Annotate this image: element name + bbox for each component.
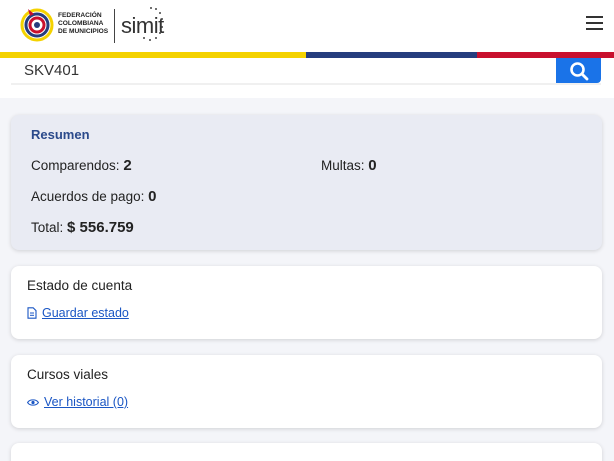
comparendos-row: Comparendos: 2 [31, 157, 132, 174]
summary-card: Resumen Comparendos: 2 Multas: 0 Acuerdo… [11, 115, 602, 250]
account-status-card: Estado de cuenta Guardar estado [11, 266, 602, 339]
document-icon [27, 307, 37, 319]
comparendos-label: Comparendos: [31, 158, 120, 173]
eye-icon [27, 398, 39, 406]
road-courses-card: Cursos viales Ver historial (0) [11, 355, 602, 428]
account-status-title: Estado de cuenta [27, 278, 133, 293]
app-header: FEDERACIÓN COLOMBIANA DE MUNICIPIOS simi… [0, 0, 614, 52]
fcm-emblem-icon [20, 8, 54, 42]
acuerdos-value: 0 [148, 188, 157, 205]
fcm-wordmark: FEDERACIÓN COLOMBIANA DE MUNICIPIOS [58, 12, 109, 35]
multas-row: Multas: 0 [321, 157, 377, 174]
search-bar [0, 58, 614, 98]
dots-ring-icon [143, 7, 163, 41]
save-status-link[interactable]: Guardar estado [27, 306, 129, 320]
save-status-label[interactable]: Guardar estado [42, 306, 129, 320]
menu-hamburger-icon[interactable] [586, 16, 604, 32]
next-card [11, 443, 602, 461]
multas-value: 0 [368, 157, 377, 174]
total-label: Total: [31, 220, 64, 235]
total-row: Total: $ 556.759 [31, 219, 134, 236]
multas-label: Multas: [321, 158, 365, 173]
view-history-link[interactable]: Ver historial (0) [27, 395, 128, 409]
logo-divider [114, 9, 115, 43]
acuerdos-label: Acuerdos de pago: [31, 189, 145, 204]
search-button[interactable] [556, 58, 601, 83]
road-courses-title: Cursos viales [27, 367, 109, 382]
total-value: $ 556.759 [67, 219, 134, 236]
plate-search-input[interactable] [11, 58, 556, 83]
fcm-simit-logo[interactable]: FEDERACIÓN COLOMBIANA DE MUNICIPIOS simi… [20, 5, 170, 45]
comparendos-value: 2 [123, 157, 132, 174]
summary-title: Resumen [31, 127, 90, 142]
view-history-label[interactable]: Ver historial (0) [44, 395, 128, 409]
search-shadow [11, 83, 601, 85]
acuerdos-row: Acuerdos de pago: 0 [31, 188, 156, 205]
search-icon [569, 61, 588, 80]
